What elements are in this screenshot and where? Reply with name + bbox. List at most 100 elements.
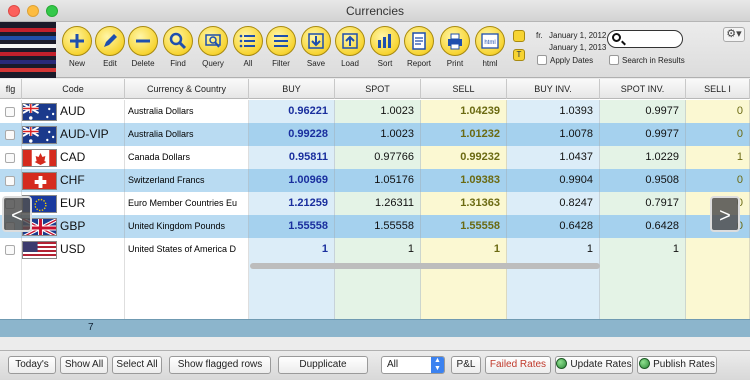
toolbar-sort-button[interactable]: Sort: [368, 26, 402, 68]
filter-select-value: All: [387, 359, 399, 370]
toolbar-edit-button[interactable]: Edit: [93, 26, 127, 68]
publish-rates-label: Publish Rates: [653, 359, 715, 370]
html-icon: html: [475, 26, 505, 56]
app-logo-icon: [0, 22, 56, 78]
cell-buy: 0.96221: [249, 100, 335, 123]
row-flag-checkbox[interactable]: [5, 107, 15, 117]
toolbar-button-label: html: [482, 59, 498, 68]
failed-rates-button[interactable]: Failed Rates: [485, 356, 551, 374]
table-footer: 7: [0, 319, 750, 337]
table-row[interactable]: USD United States of America D11111: [0, 238, 750, 261]
window-title: Currencies: [345, 4, 405, 18]
select-all-button[interactable]: Select All: [112, 356, 162, 374]
row-flag-checkbox[interactable]: [5, 130, 15, 140]
column-header-buy[interactable]: BUY: [249, 79, 335, 99]
pl-button[interactable]: P&L: [451, 356, 481, 374]
toolbar-print-button[interactable]: Print: [438, 26, 472, 68]
plus-icon: [62, 26, 92, 56]
show-all-button[interactable]: Show All: [60, 356, 108, 374]
publish-rates-button[interactable]: Publish Rates: [637, 356, 717, 374]
toolbar-delete-button[interactable]: Delete: [126, 26, 160, 68]
toolbar-find-button[interactable]: Find: [161, 26, 195, 68]
show-flagged-rows-button[interactable]: Show flagged rows: [169, 356, 271, 374]
toolbar-load-button[interactable]: Load: [333, 26, 367, 68]
search-in-results-checkbox[interactable]: [609, 55, 619, 65]
row-flag-checkbox[interactable]: [5, 176, 15, 186]
toolbar-button-label: Edit: [103, 59, 117, 68]
country-flag-icon: [22, 172, 57, 190]
filter-select[interactable]: All ▲ ▼: [381, 356, 445, 374]
cell-spot: 1.26311: [335, 192, 421, 215]
country-flag-icon: [22, 126, 57, 144]
cell-sell: 1.09383: [421, 169, 507, 192]
toolbar-html-button[interactable]: html html: [473, 26, 507, 68]
toolbar-save-button[interactable]: Save: [299, 26, 333, 68]
column-header-spot-inv[interactable]: SPOT INV.: [600, 79, 686, 99]
globe-icon: [556, 358, 568, 369]
cell-buy-inv: 1.0393: [507, 100, 600, 123]
cell-buy-inv: 1: [507, 238, 600, 261]
toolbar-button-label: Load: [341, 59, 359, 68]
cell-sell: 1.04239: [421, 100, 507, 123]
cell-spot-inv: [600, 261, 686, 284]
cell-spot: 1.05176: [335, 169, 421, 192]
empty-row: [0, 284, 750, 307]
table-row[interactable]: GBP United Kingdom Pounds 1.55558 1.55558 1.…: [0, 215, 750, 238]
row-flag-checkbox[interactable]: [5, 245, 15, 255]
toolbar-report-button[interactable]: Report: [402, 26, 436, 68]
cell-spot: 1.0023: [335, 100, 421, 123]
column-header-flg[interactable]: flg: [0, 79, 22, 99]
cell-sell-inv: [686, 261, 750, 284]
date-from[interactable]: January 1, 2012: [549, 31, 606, 40]
column-header-spot[interactable]: SPOT: [335, 79, 421, 99]
table-row[interactable]: EUR Euro Member Countries Eu 1.21259 1.2631…: [0, 192, 750, 215]
cell-buy: 1.00969: [249, 169, 335, 192]
prev-arrow-button[interactable]: <: [2, 196, 32, 232]
table-row[interactable]: CHF Switzerland Francs 1.00969 1.05176 1.093…: [0, 169, 750, 192]
cell-sell: [421, 284, 507, 307]
column-header-code[interactable]: Code: [22, 79, 125, 99]
query-icon: [198, 26, 228, 56]
table-header: flg Code Currency & Country BUY SPOT SELL BUY …: [0, 79, 750, 99]
row-flag-checkbox[interactable]: [5, 153, 15, 163]
duplicate-button[interactable]: Dupplicate: [278, 356, 368, 374]
horizontal-scrollbar[interactable]: [250, 263, 600, 269]
column-header-buy-inv[interactable]: BUY INV.: [507, 79, 600, 99]
todays-button[interactable]: Today's: [8, 356, 56, 374]
magnifier-icon: [163, 26, 193, 56]
cell-spot-inv: 0.9508: [600, 169, 686, 192]
column-header-currency-country[interactable]: Currency & Country: [125, 79, 249, 99]
toolbar-filter-button[interactable]: Filter: [264, 26, 298, 68]
flag-cell: [0, 238, 22, 261]
update-rates-button[interactable]: Update Rates: [555, 356, 633, 374]
column-header-sell[interactable]: SELL: [421, 79, 507, 99]
currencies-window: Currencies New Edit Delete Find Query All Filt…: [0, 0, 750, 380]
cell-buy: 1: [249, 238, 335, 261]
flag-cell: [0, 100, 22, 123]
currency-table: flg Code Currency & Country BUY SPOT SELL BUY …: [0, 79, 750, 337]
t-icon[interactable]: T: [513, 49, 525, 61]
toolbar-new-button[interactable]: New: [60, 26, 94, 68]
flag-cell: [0, 123, 22, 146]
table-row[interactable]: AUD-VIP Australia Dollars 0.99228 1.0023 1.0…: [0, 123, 750, 146]
toolbar-all-button[interactable]: All: [231, 26, 265, 68]
flag-cell: [0, 169, 22, 192]
calendar-icon[interactable]: [513, 30, 525, 42]
search-input[interactable]: [607, 30, 683, 48]
table-row[interactable]: AUD Australia Dollars 0.96221 1.0023 1.04239…: [0, 100, 750, 123]
apply-dates-checkbox[interactable]: [537, 55, 547, 65]
bottom-bar: Today's Show All Select All Show flagged…: [0, 350, 750, 380]
table-row[interactable]: CAD Canada Dollars 0.95811 0.97766 0.99232 1.…: [0, 146, 750, 169]
cell-spot-inv: [600, 284, 686, 307]
next-arrow-button[interactable]: >: [710, 196, 740, 232]
gear-icon[interactable]: ⚙▾: [723, 27, 745, 42]
toolbar-button-label: Report: [406, 59, 431, 68]
toolbar-button-label: Find: [170, 59, 186, 68]
save-icon: [301, 26, 331, 56]
toolbar-query-button[interactable]: Query: [196, 26, 230, 68]
cell-sell-inv: 0: [686, 100, 750, 123]
globe-icon: [639, 358, 651, 369]
date-to[interactable]: January 1, 2013: [549, 43, 606, 52]
column-header-sell-i[interactable]: SELL I: [686, 79, 750, 99]
cell-spot-inv: 1: [600, 238, 686, 261]
